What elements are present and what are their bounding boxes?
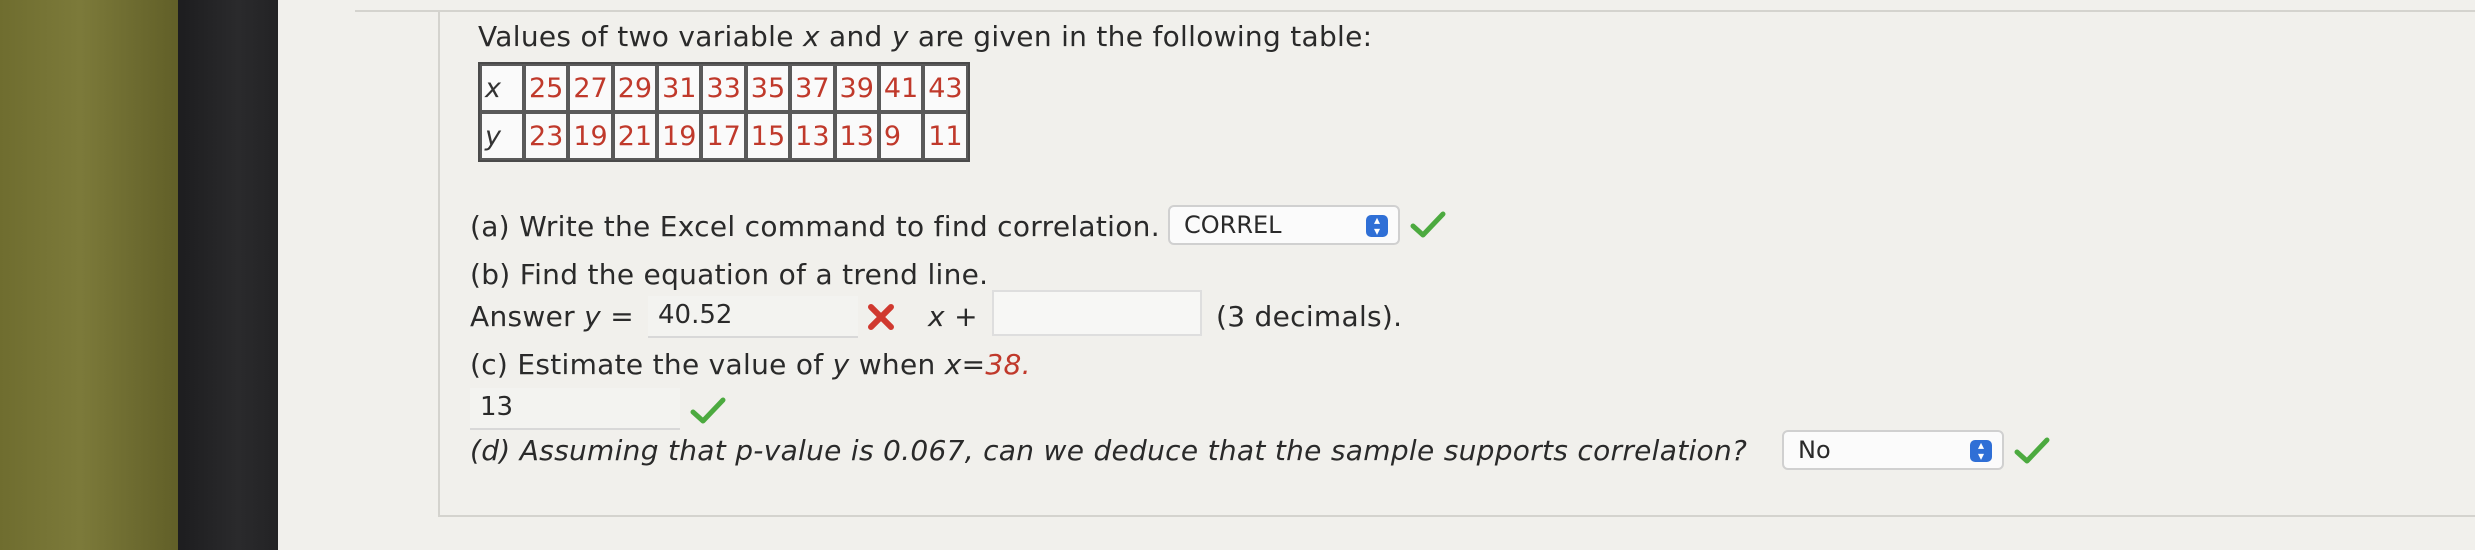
- part-a-selected: CORREL: [1184, 211, 1282, 239]
- table-cell-y: 17: [701, 112, 746, 160]
- part-b-label: (b) Find the equation of a trend line.: [470, 258, 989, 291]
- table-row-x: x 25 27 29 31 33 35 37 39 41 43: [480, 64, 968, 112]
- part-b-x-plus: x +: [928, 300, 978, 333]
- intro-text-b: are given in the following table:: [917, 20, 1373, 53]
- question-intro: Values of two variable x and y are given…: [478, 20, 1372, 53]
- select-arrows-icon: ▴ ▾: [1970, 439, 1992, 462]
- table-cell-x: 43: [923, 64, 968, 112]
- table-cell-x: 31: [657, 64, 702, 112]
- background-dark: [178, 0, 278, 550]
- table-cell-y: 11: [923, 112, 968, 160]
- check-icon: [2014, 437, 2050, 464]
- part-d-selected: No: [1798, 436, 1831, 464]
- table-cell-x: 41: [878, 64, 924, 112]
- intro-text-a: Values of two variable: [478, 20, 794, 53]
- table-cell-y: 13: [834, 112, 879, 160]
- part-a-label: (a) Write the Excel command to find corr…: [470, 210, 1160, 243]
- answer-var-y: y: [584, 300, 602, 333]
- table-cell-y: 9: [878, 112, 924, 160]
- intro-and: and: [829, 20, 883, 53]
- table-cell-x: 33: [701, 64, 746, 112]
- table-header-x: x: [480, 64, 524, 112]
- part-c-text-b: when: [858, 348, 936, 381]
- table-cell-x: 39: [834, 64, 879, 112]
- check-icon: [1410, 211, 1446, 238]
- table-cell-x: 25: [524, 64, 569, 112]
- part-d-label: (d) Assuming that p-value is 0.067, can …: [470, 434, 1748, 467]
- data-table: x 25 27 29 31 33 35 37 39 41 43 y 23 19 …: [478, 62, 970, 162]
- part-c-text-a: (c) Estimate the value of: [470, 348, 824, 381]
- x-var: x: [928, 300, 945, 333]
- table-cell-y: 23: [524, 112, 569, 160]
- table-cell-x: 37: [790, 64, 835, 112]
- check-icon: [690, 397, 726, 424]
- cross-icon: [868, 304, 894, 330]
- table-cell-y: 15: [745, 112, 791, 160]
- answer-equals: =: [610, 300, 634, 333]
- part-c-var-x: x: [944, 348, 962, 381]
- plus-sign: +: [954, 300, 978, 333]
- table-header-y: y: [480, 112, 524, 160]
- intercept-input[interactable]: [992, 290, 1202, 336]
- part-b-suffix: (3 decimals).: [1216, 300, 1403, 333]
- part-c-x-value: 38.: [985, 348, 1031, 381]
- select-arrows-icon: ▴ ▾: [1366, 214, 1388, 237]
- table-cell-y: 21: [612, 112, 658, 160]
- table-cell-x: 35: [745, 64, 791, 112]
- table-cell-x: 29: [612, 64, 658, 112]
- background-olive: [0, 0, 178, 550]
- table-row-y: y 23 19 21 19 17 15 13 13 9 11: [480, 112, 968, 160]
- intro-var-y: y: [891, 20, 909, 53]
- part-c-var-y: y: [832, 348, 850, 381]
- table-cell-y: 13: [790, 112, 835, 160]
- part-d-select[interactable]: No ▴ ▾: [1782, 430, 2004, 470]
- intro-var-x: x: [802, 20, 820, 53]
- table-cell-y: 19: [568, 112, 613, 160]
- answer-label: Answer: [470, 300, 575, 333]
- part-b-answer-prefix: Answer y =: [470, 300, 634, 333]
- part-c-label: (c) Estimate the value of y when x=38.: [470, 348, 1031, 381]
- slope-input[interactable]: 40.52: [648, 296, 858, 338]
- part-c-eq: =: [961, 348, 986, 381]
- estimate-input[interactable]: 13: [470, 388, 680, 430]
- part-a-select[interactable]: CORREL ▴ ▾: [1168, 205, 1400, 245]
- table-cell-x: 27: [568, 64, 613, 112]
- table-cell-y: 19: [657, 112, 702, 160]
